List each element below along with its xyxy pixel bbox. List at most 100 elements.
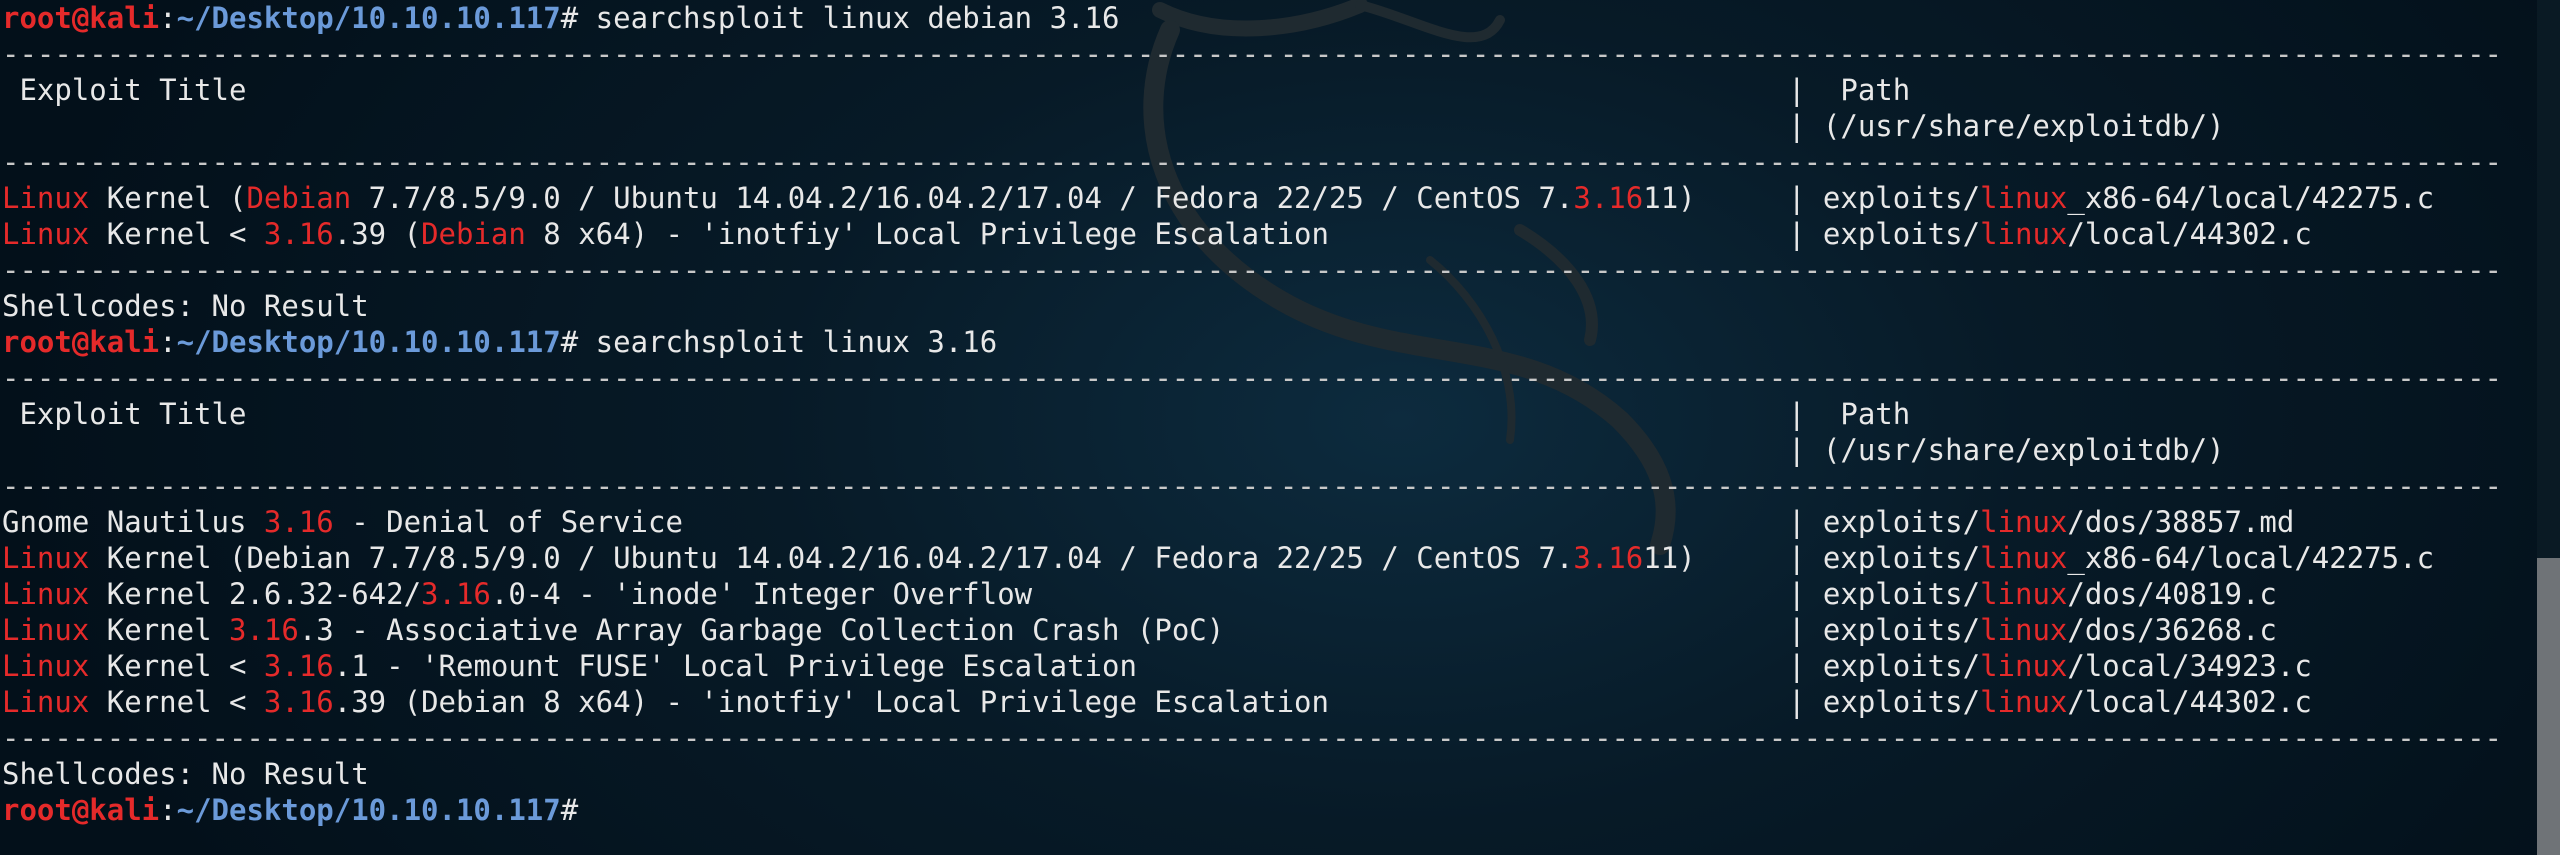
separator-right: ----------------------------------------… [1279, 469, 2502, 503]
exploit-title: Gnome Nautilus 3.16 - Denial of Service [2, 504, 1788, 540]
exploit-path-segment: /dos/40819.c [2067, 577, 2277, 611]
exploit-path-segment: /dos/36268.c [2067, 613, 2277, 647]
exploit-title: Linux Kernel < 3.16.1 - 'Remount FUSE' L… [2, 648, 1788, 684]
column-header-title: Exploit Title [2, 73, 247, 107]
exploit-path-segment: linux [1980, 505, 2068, 539]
separator-right: ----------------------------------------… [1279, 37, 2502, 71]
column-header-path-sub: | (/usr/share/exploitdb/) [1788, 109, 2225, 143]
result-row[interactable]: Linux Kernel < 3.16.1 - 'Remount FUSE' L… [2, 648, 2502, 684]
separator-rule: ----------------------------------------… [2, 468, 2502, 504]
exploit-title-segment: .3 - Associative Array Garbage Collectio… [298, 613, 1225, 647]
exploit-title-segment: .39 (Debian 8 x64) - 'inotfiy' Local Pri… [333, 685, 1329, 719]
separator-right: ----------------------------------------… [1279, 145, 2502, 179]
exploit-path: | exploits/linux/local/44302.c [1788, 216, 2312, 252]
exploit-title-segment: 7.7/8.5/9.0 / Ubuntu 14.04.2/16.04.2/17.… [351, 181, 1574, 215]
separator-left: ----------------------------------------… [2, 253, 1280, 287]
results-header: Exploit Title | Path [2, 72, 2502, 108]
shellcodes-line: Shellcodes: No Result [2, 756, 2502, 792]
scrollbar-thumb[interactable] [2537, 558, 2560, 855]
exploit-path: | exploits/linux/local/44302.c [1788, 684, 2312, 720]
exploit-path-segment: /local/44302.c [2067, 217, 2312, 251]
exploit-title-segment: 3.16 [263, 505, 334, 539]
result-row[interactable]: Linux Kernel 3.16.3 - Associative Array … [2, 612, 2502, 648]
exploit-title-segment: 3.16 [1573, 181, 1644, 215]
exploit-title: Linux Kernel < 3.16.39 (Debian 8 x64) - … [2, 216, 1788, 252]
exploit-path-segment: | exploits/ [1788, 541, 1981, 575]
exploit-path-segment: | exploits/ [1788, 505, 1981, 539]
separator-right: ----------------------------------------… [1279, 253, 2502, 287]
separator-left: ----------------------------------------… [2, 361, 1280, 395]
exploit-title-segment: Linux [2, 613, 90, 647]
separator-rule: ----------------------------------------… [2, 144, 2502, 180]
result-row[interactable]: Linux Kernel < 3.16.39 (Debian 8 x64) - … [2, 216, 2502, 252]
result-row[interactable]: Gnome Nautilus 3.16 - Denial of Service |… [2, 504, 2502, 540]
exploit-title-segment: Linux [2, 217, 90, 251]
exploit-path: | exploits/linux/dos/36268.c [1788, 612, 2277, 648]
separator-rule: ----------------------------------------… [2, 360, 2502, 396]
exploit-path-segment: linux [1980, 685, 2068, 719]
exploit-path-segment: | exploits/ [1788, 649, 1981, 683]
exploit-title-segment: 3.16 [421, 577, 491, 611]
exploit-path-segment: | exploits/ [1788, 685, 1981, 719]
command-text[interactable]: searchsploit linux 3.16 [596, 325, 998, 359]
result-row[interactable]: Linux Kernel 2.6.32-642/3.16.0-4 - 'inod… [2, 576, 2502, 612]
column-header-spacer [2, 432, 1788, 468]
exploit-title-segment: Kernel [89, 613, 229, 647]
exploit-path: | exploits/linux/dos/38857.md [1788, 504, 2294, 540]
command-text[interactable]: searchsploit linux debian 3.16 [596, 1, 1120, 35]
exploit-title-segment: Kernel < [89, 217, 264, 251]
exploit-title-segment: Kernel ( [89, 181, 247, 215]
scrollbar[interactable] [2537, 0, 2560, 855]
result-row[interactable]: Linux Kernel (Debian 7.7/8.5/9.0 / Ubunt… [2, 540, 2502, 576]
result-row[interactable]: Linux Kernel < 3.16.39 (Debian 8 x64) - … [2, 684, 2502, 720]
shellcodes-line: Shellcodes: No Result [2, 288, 2502, 324]
prompt-hash: # [560, 325, 579, 359]
exploit-title: Linux Kernel (Debian 7.7/8.5/9.0 / Ubunt… [2, 180, 1788, 216]
column-header-spacer [2, 108, 1788, 144]
prompt-separator: : [159, 793, 177, 827]
prompt-line: root@kali:~/Desktop/10.10.10.117# search… [2, 0, 2502, 36]
exploit-title-segment: .1 - 'Remount FUSE' Local Privilege Esca… [333, 649, 1137, 683]
exploit-path-segment: | exploits/ [1788, 613, 1981, 647]
exploit-path-segment: linux [1980, 181, 2068, 215]
exploit-path: | exploits/linux_x86-64/local/42275.c [1788, 540, 2434, 576]
shellcodes-result: Shellcodes: No Result [2, 289, 369, 323]
separator-left: ----------------------------------------… [2, 145, 1280, 179]
exploit-path-segment: /local/44302.c [2067, 685, 2312, 719]
result-row[interactable]: Linux Kernel (Debian 7.7/8.5/9.0 / Ubunt… [2, 180, 2502, 216]
column-header-path: | Path [1788, 397, 1911, 431]
exploit-title-segment: Kernel 2.6.32-642/ [89, 577, 422, 611]
prompt-hash: # [560, 793, 579, 827]
exploit-title-segment: Linux [2, 649, 90, 683]
separator-left: ----------------------------------------… [2, 37, 1280, 71]
column-header-path-sub: | (/usr/share/exploitdb/) [1788, 433, 2225, 467]
exploit-title-segment: Kernel < [89, 685, 264, 719]
exploit-title-segment: .39 ( [333, 217, 422, 251]
exploit-title-segment: 3.16 [263, 217, 334, 251]
separator-rule: ----------------------------------------… [2, 720, 2502, 756]
exploit-path-segment: linux [1980, 649, 2068, 683]
exploit-title-segment: 3.16 [229, 613, 299, 647]
exploit-title: Linux Kernel 3.16.3 - Associative Array … [2, 612, 1788, 648]
exploit-path-segment: /dos/38857.md [2067, 505, 2295, 539]
exploit-title-segment: 3.16 [263, 685, 334, 719]
results-header: Exploit Title | Path [2, 396, 2502, 432]
separator-rule: ----------------------------------------… [2, 252, 2502, 288]
results-header-sub: | (/usr/share/exploitdb/) [2, 108, 2502, 144]
terminal-output[interactable]: root@kali:~/Desktop/10.10.10.117# search… [2, 0, 2502, 855]
exploit-title-segment: Linux [2, 541, 90, 575]
exploit-path-segment: /local/34923.c [2067, 649, 2312, 683]
exploit-path-segment: | exploits/ [1788, 577, 1981, 611]
exploit-title-segment: Kernel < [89, 649, 264, 683]
prompt-user: root@kali [2, 1, 160, 35]
prompt-path: ~/Desktop/10.10.10.117 [176, 1, 561, 35]
exploit-title: Linux Kernel < 3.16.39 (Debian 8 x64) - … [2, 684, 1788, 720]
prompt-hash: # [560, 1, 579, 35]
prompt-path: ~/Desktop/10.10.10.117 [176, 793, 561, 827]
exploit-title-segment: Kernel (Debian 7.7/8.5/9.0 / Ubuntu 14.0… [89, 541, 1574, 575]
exploit-path: | exploits/linux/dos/40819.c [1788, 576, 2277, 612]
prompt-separator: : [159, 1, 177, 35]
exploit-path-segment: linux [1980, 217, 2068, 251]
separator-left: ----------------------------------------… [2, 721, 1280, 755]
exploit-path: | exploits/linux_x86-64/local/42275.c [1788, 180, 2434, 216]
